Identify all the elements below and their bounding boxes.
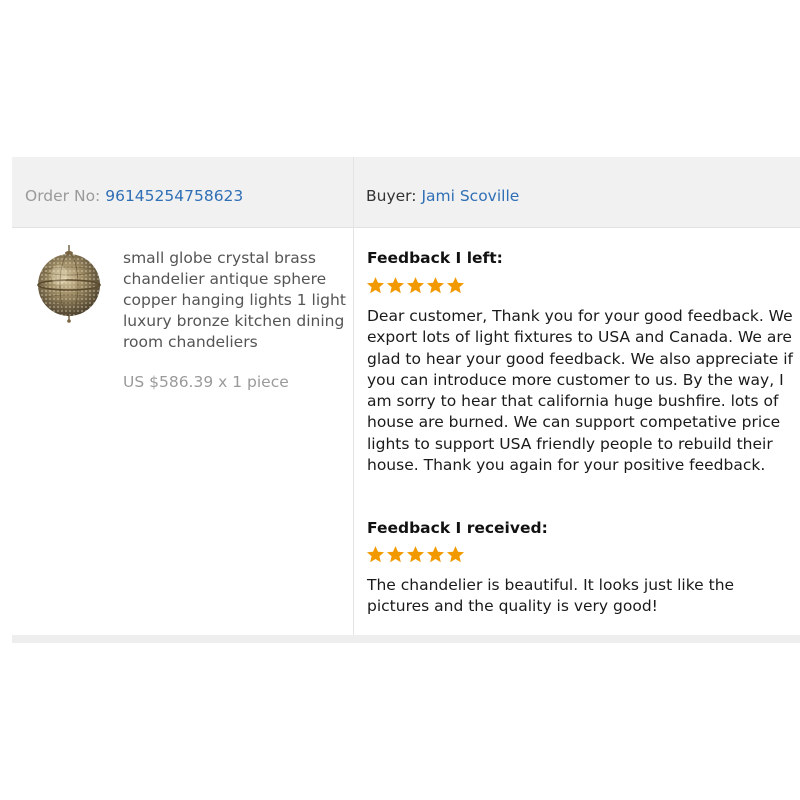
star-icon [366,277,385,294]
star-icon [446,277,465,294]
feedback-received-heading: Feedback I received: [367,519,548,537]
buyer-name-link[interactable]: Jami Scoville [421,187,519,205]
column-divider [353,157,354,637]
star-icon [406,277,425,294]
star-icon [386,546,405,563]
order-header-row: Order No: 96145254758623 Buyer: Jami Sco… [12,157,800,228]
product-title-link[interactable]: small globe crystal brass chandelier ant… [123,248,348,353]
product-price: US $586.39 x 1 piece [123,373,289,391]
star-icon [366,546,385,563]
buyer-label: Buyer: [366,187,417,205]
star-icon [386,277,405,294]
buyer-field: Buyer: Jami Scoville [366,186,519,206]
star-icon [406,546,425,563]
star-icon [446,546,465,563]
order-number-link[interactable]: 96145254758623 [105,187,243,205]
panel-bottom-border [12,635,800,643]
feedback-left-text: Dear customer, Thank you for your good f… [367,307,794,475]
order-number-label: Order No: [25,187,101,205]
star-icon [426,277,445,294]
feedback-received-text: The chandelier is beautiful. It looks ju… [367,576,735,616]
star-icon [426,546,445,563]
order-number-field: Order No: 96145254758623 [25,186,243,206]
feedback-left-heading: Feedback I left: [367,249,503,267]
globe-chandelier-image[interactable] [32,245,106,323]
feedback-left-stars [366,276,465,296]
feedback-received-stars [366,545,465,565]
order-feedback-panel: Order No: 96145254758623 Buyer: Jami Sco… [12,157,800,643]
